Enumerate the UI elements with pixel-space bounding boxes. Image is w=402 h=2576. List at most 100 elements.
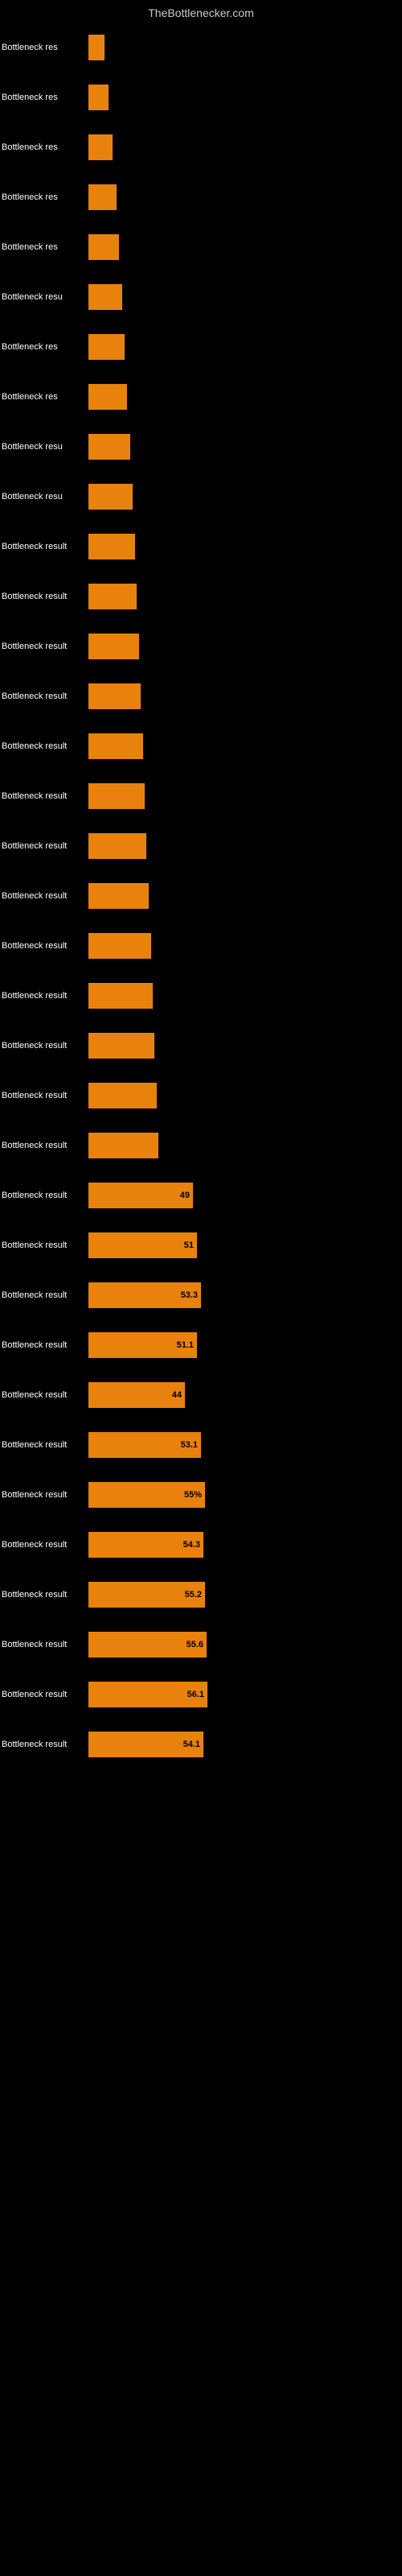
bar-fill: [88, 1033, 154, 1059]
bar-label: Bottleneck resu: [0, 492, 88, 502]
bar-row: Bottleneck result 44: [0, 1370, 402, 1420]
bar-row: Bottleneck res: [0, 222, 402, 272]
bar-fill: 55.2: [88, 1582, 205, 1608]
bar-fill: [88, 35, 105, 60]
bar-fill: 53.1: [88, 1432, 201, 1458]
bar-row: Bottleneck result 54.1: [0, 1719, 402, 1769]
bar-fill: [88, 384, 127, 410]
bar-row: Bottleneck result 54.3: [0, 1520, 402, 1570]
bar-row: Bottleneck res: [0, 23, 402, 72]
bar-row: Bottleneck result 51.1: [0, 1320, 402, 1370]
bar-row: Bottleneck result: [0, 621, 402, 671]
bar-value: 44: [172, 1390, 182, 1400]
bar-row: Bottleneck result 55.2: [0, 1570, 402, 1620]
bar-label: Bottleneck resu: [0, 442, 88, 452]
bar-row: Bottleneck result 55.6: [0, 1620, 402, 1670]
bar-fill: [88, 134, 113, 160]
bar-label: Bottleneck result: [0, 592, 88, 601]
bar-label: Bottleneck result: [0, 691, 88, 701]
bar-fill: [88, 683, 141, 709]
bar-fill: 44: [88, 1382, 185, 1408]
bar-fill: 55.6: [88, 1632, 207, 1657]
bar-fill: 56.1: [88, 1682, 207, 1707]
bar-row: Bottleneck res: [0, 122, 402, 172]
bar-label: Bottleneck result: [0, 991, 88, 1001]
bar-label: Bottleneck result: [0, 1490, 88, 1500]
bar-label: Bottleneck result: [0, 1390, 88, 1400]
bar-label: Bottleneck res: [0, 142, 88, 152]
bar-fill: [88, 833, 146, 859]
bar-label: Bottleneck result: [0, 1440, 88, 1450]
bar-row: Bottleneck result: [0, 522, 402, 572]
bar-row: Bottleneck result: [0, 871, 402, 921]
bar-row: Bottleneck result: [0, 771, 402, 821]
bar-row: Bottleneck result: [0, 971, 402, 1021]
bar-label: Bottleneck res: [0, 192, 88, 202]
bar-value: 55.2: [185, 1590, 202, 1600]
bar-row: Bottleneck result: [0, 1021, 402, 1071]
bar-label: Bottleneck result: [0, 1740, 88, 1749]
site-title: TheBottlenecker.com: [148, 6, 254, 19]
header: TheBottlenecker.com: [0, 0, 402, 23]
bar-row: Bottleneck result53.1: [0, 1420, 402, 1470]
bar-fill: [88, 933, 151, 959]
bar-row: Bottleneck res: [0, 172, 402, 222]
bar-fill: 55%: [88, 1482, 205, 1508]
bar-fill: [88, 534, 135, 559]
bar-label: Bottleneck result: [0, 1141, 88, 1150]
bar-fill: [88, 783, 145, 809]
bar-fill: [88, 1083, 157, 1108]
bar-fill: [88, 284, 122, 310]
bar-row: Bottleneck resu: [0, 422, 402, 472]
bar-label: Bottleneck res: [0, 342, 88, 352]
bar-row: Bottleneck resu: [0, 272, 402, 322]
bar-value: 54.3: [183, 1540, 200, 1550]
bar-row: Bottleneck result53.3: [0, 1270, 402, 1320]
bar-value: 53.3: [181, 1290, 198, 1300]
bar-label: Bottleneck result: [0, 1340, 88, 1350]
bar-label: Bottleneck result: [0, 542, 88, 551]
bar-fill: [88, 334, 125, 360]
bar-label: Bottleneck result: [0, 1091, 88, 1100]
bar-value: 55.6: [187, 1640, 203, 1649]
bar-fill: 54.1: [88, 1732, 203, 1757]
bar-label: Bottleneck result: [0, 1640, 88, 1649]
bar-row: Bottleneck result51: [0, 1220, 402, 1270]
bar-value: 51.1: [177, 1340, 194, 1350]
bar-label: Bottleneck res: [0, 392, 88, 402]
bar-row: Bottleneck result: [0, 721, 402, 771]
bar-label: Bottleneck res: [0, 93, 88, 102]
bar-fill: [88, 983, 153, 1009]
bar-fill: 51.1: [88, 1332, 197, 1358]
bar-fill: [88, 484, 133, 510]
bar-fill: [88, 883, 149, 909]
bar-row: Bottleneck resu: [0, 472, 402, 522]
bar-fill: [88, 434, 130, 460]
bar-fill: [88, 634, 139, 659]
bar-row: Bottleneck result49: [0, 1170, 402, 1220]
bar-label: Bottleneck result: [0, 841, 88, 851]
bar-row: Bottleneck res: [0, 372, 402, 422]
bar-row: Bottleneck result56.1: [0, 1670, 402, 1719]
bar-label: Bottleneck result: [0, 741, 88, 751]
bar-row: Bottleneck result 55%: [0, 1470, 402, 1520]
bar-row: Bottleneck res: [0, 72, 402, 122]
bar-row: Bottleneck res: [0, 322, 402, 372]
bar-label: Bottleneck result: [0, 1540, 88, 1550]
bar-fill: [88, 234, 119, 260]
bar-fill: [88, 85, 109, 110]
bar-label: Bottleneck result: [0, 642, 88, 651]
bar-fill: [88, 1133, 158, 1158]
bar-label: Bottleneck res: [0, 43, 88, 52]
bar-row: Bottleneck result: [0, 1121, 402, 1170]
bar-label: Bottleneck result: [0, 1041, 88, 1051]
bar-row: Bottleneck result: [0, 572, 402, 621]
bar-value: 54.1: [183, 1740, 200, 1749]
bar-value: 55%: [184, 1490, 202, 1500]
bar-fill: 49: [88, 1183, 193, 1208]
bar-row: Bottleneck result: [0, 671, 402, 721]
bar-label: Bottleneck result: [0, 891, 88, 901]
bar-value: 56.1: [187, 1690, 204, 1699]
bar-row: Bottleneck result: [0, 921, 402, 971]
bar-label: Bottleneck result: [0, 1590, 88, 1600]
